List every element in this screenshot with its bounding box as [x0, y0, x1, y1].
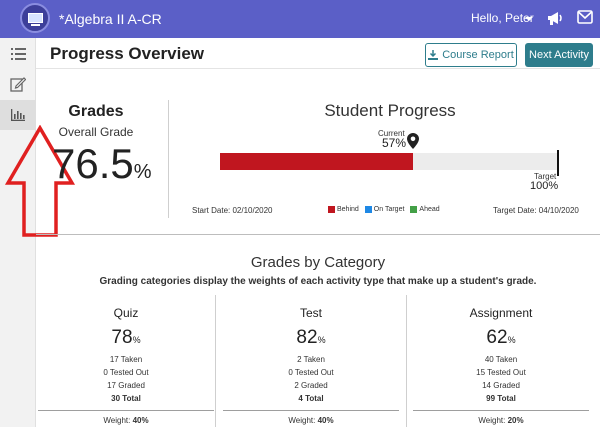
- category-weight: Weight: 20%: [411, 416, 591, 425]
- grades-divider: [168, 100, 169, 218]
- overall-grade-label: Overall Grade: [58, 125, 134, 139]
- category-divider: [223, 410, 399, 411]
- category-total: 30 Total: [111, 394, 141, 403]
- category-weight-label: Weight:: [478, 416, 506, 425]
- category-weight: Weight: 40%: [36, 416, 216, 425]
- category-taken: 17 Taken: [109, 355, 143, 364]
- target-value: 100%: [530, 180, 559, 192]
- category-graded: 2 Graded: [294, 381, 328, 390]
- category-total: 4 Total: [298, 394, 324, 403]
- category-tested-out: 15 Tested Out: [476, 368, 526, 377]
- category-name: Assignment: [469, 306, 533, 320]
- current-value: 57%: [382, 136, 407, 150]
- legend-label-ahead: Ahead: [419, 206, 440, 213]
- target-date: Target Date: 04/10/2020: [493, 206, 579, 215]
- grades-by-category-title: Grades by Category: [250, 254, 386, 271]
- overall-grade-number: 76.5: [52, 140, 134, 187]
- category-weight-label: Weight:: [103, 416, 131, 425]
- legend-label-behind: Behind: [337, 206, 359, 213]
- category-separator: [406, 295, 407, 427]
- section-divider: [36, 234, 600, 235]
- category-weight-label: Weight:: [288, 416, 316, 425]
- legend-swatch-on-target: [364, 206, 372, 213]
- category-weight-value: 40%: [132, 416, 149, 425]
- course-report-button[interactable]: Course Report: [425, 43, 517, 67]
- category-divider: [38, 410, 214, 411]
- grades-title: Grades: [68, 103, 124, 120]
- category-grade-number: 82: [296, 327, 318, 348]
- start-date: Start Date: 02/10/2020: [192, 206, 273, 215]
- course-report-label: Course Report: [442, 49, 514, 61]
- legend-ahead: Ahead: [410, 206, 440, 213]
- download-icon: [428, 50, 439, 60]
- category-weight-value: 20%: [507, 416, 524, 425]
- category-tested-out: 0 Tested Out: [103, 368, 149, 377]
- category-taken: 40 Taken: [484, 355, 518, 364]
- list-icon: [10, 48, 26, 60]
- legend-behind: Behind: [328, 206, 359, 213]
- progress-track: [220, 153, 558, 170]
- bar-chart-icon: [11, 109, 25, 121]
- category-tested-out: 0 Tested Out: [288, 368, 334, 377]
- category-weight-value: 40%: [317, 416, 334, 425]
- legend-label-on-target: On Target: [373, 206, 405, 213]
- legend-swatch-behind: [328, 206, 335, 213]
- student-progress-title: Student Progress: [324, 101, 456, 120]
- category-grade-number: 78: [111, 327, 133, 348]
- next-activity-button[interactable]: Next Activity: [525, 43, 593, 67]
- category-grade: 62%: [411, 327, 591, 349]
- sidebar-item-edit[interactable]: [0, 69, 36, 99]
- legend-on-target: On Target: [364, 206, 405, 213]
- category-divider: [413, 410, 589, 411]
- category-name: Test: [299, 306, 322, 320]
- course-title[interactable]: *Algebra II A-CR: [59, 11, 162, 27]
- category-grade: 78%: [36, 327, 216, 349]
- progress-fill: [220, 153, 413, 170]
- edit-icon: [10, 77, 26, 92]
- category-grade-unit: %: [317, 335, 326, 345]
- overall-grade-value: 76.5%: [52, 140, 152, 188]
- sidebar-item-list[interactable]: [0, 39, 36, 69]
- chevron-down-icon[interactable]: [525, 17, 533, 21]
- category-grade-number: 62: [486, 327, 508, 348]
- legend-swatch-ahead: [410, 206, 418, 213]
- mail-icon[interactable]: [577, 10, 593, 24]
- category-card-assignment: Assignment 62% 40 Taken 15 Tested Out 14…: [411, 295, 591, 427]
- category-name: Quiz: [113, 306, 139, 320]
- category-taken: 2 Taken: [297, 355, 325, 364]
- category-card-quiz: Quiz 78% 17 Taken 0 Tested Out 17 Graded…: [36, 295, 216, 427]
- header-divider: [36, 68, 600, 69]
- megaphone-icon[interactable]: [546, 9, 564, 27]
- category-grade-unit: %: [132, 335, 141, 345]
- category-grade-unit: %: [507, 335, 516, 345]
- category-graded: 17 Graded: [107, 381, 145, 390]
- overall-grade-unit: %: [133, 161, 152, 183]
- category-card-test: Test 82% 2 Taken 0 Tested Out 2 Graded 4…: [221, 295, 401, 427]
- location-pin-icon: [407, 133, 419, 149]
- top-bar: *Algebra II A-CR Hello, Peter: [0, 0, 600, 38]
- category-graded: 14 Graded: [482, 381, 520, 390]
- category-weight: Weight: 40%: [221, 416, 401, 425]
- grades-by-category-subtitle: Grading categories display the weights o…: [99, 276, 537, 287]
- course-logo-icon[interactable]: [20, 3, 50, 33]
- target-marker: [557, 150, 559, 176]
- category-grade: 82%: [221, 327, 401, 349]
- category-separator: [215, 295, 216, 427]
- progress-legend: Behind On Target Ahead: [328, 206, 440, 213]
- page-title: Progress Overview: [50, 44, 205, 63]
- category-total: 99 Total: [486, 394, 516, 403]
